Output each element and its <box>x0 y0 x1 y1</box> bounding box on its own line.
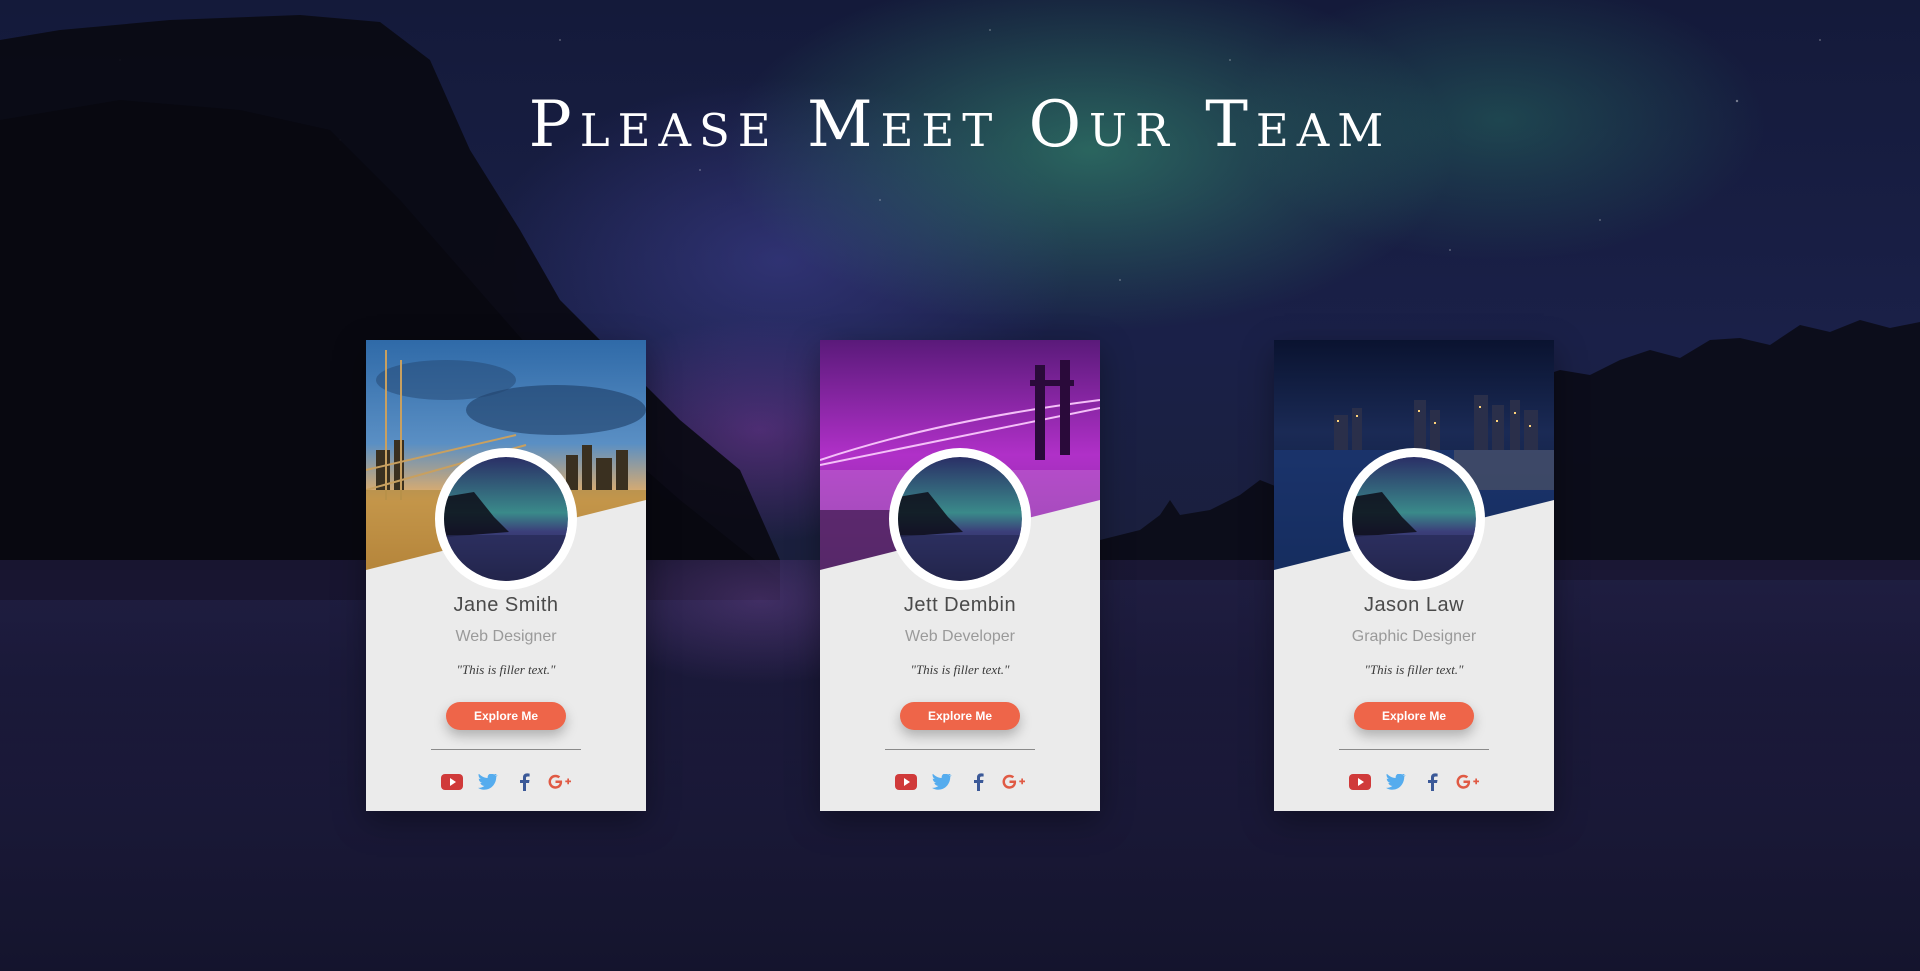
member-role: Web Designer <box>455 628 557 645</box>
member-name: Jason Law <box>1363 594 1465 616</box>
page-title: Please Meet Our Team <box>528 88 1392 162</box>
facebook-icon[interactable] <box>512 770 536 794</box>
member-role: Graphic Designer <box>1351 628 1477 645</box>
explore-me-button[interactable]: Explore Me <box>446 702 566 730</box>
youtube-icon[interactable] <box>894 770 918 794</box>
youtube-icon[interactable] <box>1348 770 1372 794</box>
facebook-icon[interactable] <box>1420 770 1444 794</box>
member-name: Jane Smith <box>453 594 559 616</box>
social-links <box>1274 770 1554 794</box>
team-card: Jett Dembin Web Developer "This is fille… <box>820 340 1100 811</box>
google-plus-icon[interactable] <box>548 770 572 794</box>
twitter-icon[interactable] <box>930 770 954 794</box>
google-plus-icon[interactable] <box>1002 770 1026 794</box>
member-name: Jett Dembin <box>903 594 1017 616</box>
explore-me-button[interactable]: Explore Me <box>900 702 1020 730</box>
avatar <box>1343 448 1485 590</box>
social-links <box>366 770 646 794</box>
team-card: Jason Law Graphic Designer "This is fill… <box>1274 340 1554 811</box>
team-card: Jane Smith Web Designer "This is filler … <box>366 340 646 811</box>
explore-me-button[interactable]: Explore Me <box>1354 702 1474 730</box>
facebook-icon[interactable] <box>966 770 990 794</box>
twitter-icon[interactable] <box>1384 770 1408 794</box>
member-quote: "This is filler text." <box>1364 662 1464 677</box>
avatar <box>889 448 1031 590</box>
twitter-icon[interactable] <box>476 770 500 794</box>
google-plus-icon[interactable] <box>1456 770 1480 794</box>
social-links <box>820 770 1100 794</box>
member-role: Web Developer <box>905 628 1015 645</box>
member-quote: "This is filler text." <box>910 662 1010 677</box>
page: Please Meet Our Team Jane Smith Web Desi… <box>0 0 1920 971</box>
card-divider <box>885 749 1035 750</box>
card-divider <box>1339 749 1489 750</box>
avatar <box>435 448 577 590</box>
youtube-icon[interactable] <box>440 770 464 794</box>
member-quote: "This is filler text." <box>456 662 556 677</box>
card-divider <box>431 749 581 750</box>
